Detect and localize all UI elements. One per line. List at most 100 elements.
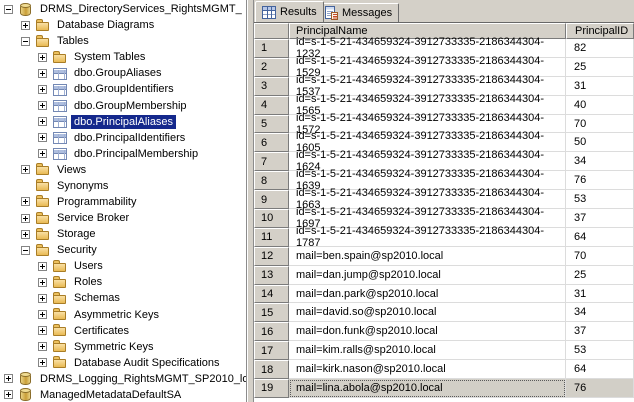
- principalid-cell[interactable]: 31: [566, 77, 634, 96]
- principalid-cell[interactable]: 31: [566, 285, 634, 304]
- tree-item-drms-logging-rightsmgmt-sp2010-lo[interactable]: DRMS_Logging_RightsMGMT_SP2010_lo: [0, 371, 246, 387]
- principalid-cell[interactable]: 70: [566, 115, 634, 134]
- expander-icon[interactable]: [38, 149, 47, 158]
- grid-corner-cell[interactable]: [254, 23, 289, 39]
- principalname-cell[interactable]: mail=kim.ralls@sp2010.local: [289, 341, 566, 360]
- expander-icon[interactable]: [38, 262, 47, 271]
- expander-icon[interactable]: [21, 197, 30, 206]
- principalid-cell[interactable]: 37: [566, 209, 634, 228]
- principalid-cell[interactable]: 70: [566, 247, 634, 266]
- tree-item-symmetric-keys[interactable]: Symmetric Keys: [0, 339, 246, 355]
- tree-item-dbo-principalmembership[interactable]: dbo.PrincipalMembership: [0, 146, 246, 162]
- row-number-cell[interactable]: 2: [254, 58, 289, 77]
- expander-icon[interactable]: [21, 246, 30, 255]
- tree-item-views[interactable]: Views: [0, 162, 246, 178]
- principalid-cell[interactable]: 34: [566, 303, 634, 322]
- principalid-cell[interactable]: 76: [566, 171, 634, 190]
- expander-icon[interactable]: [38, 133, 47, 142]
- expander-icon[interactable]: [38, 117, 47, 126]
- tree-item-database-diagrams[interactable]: Database Diagrams: [0, 17, 246, 33]
- row-number-cell[interactable]: 9: [254, 190, 289, 209]
- expander-icon[interactable]: [21, 21, 30, 30]
- tree-item-schemas[interactable]: Schemas: [0, 290, 246, 306]
- principalname-cell[interactable]: mail=ben.spain@sp2010.local: [289, 247, 566, 266]
- expander-icon[interactable]: [38, 310, 47, 319]
- tree-item-dbo-principalaliases[interactable]: dbo.PrincipalAliases: [0, 114, 246, 130]
- tree-item-storage[interactable]: Storage: [0, 226, 246, 242]
- principalid-cell[interactable]: 40: [566, 96, 634, 115]
- tree-item-roles[interactable]: Roles: [0, 274, 246, 290]
- principalname-cell[interactable]: mail=david.so@sp2010.local: [289, 303, 566, 322]
- expander-icon[interactable]: [38, 294, 47, 303]
- expander-icon[interactable]: [21, 37, 30, 46]
- principalname-cell[interactable]: id=s-1-5-21-434659324-3912733335-2186344…: [289, 228, 566, 247]
- expander-icon[interactable]: [38, 53, 47, 62]
- tab-results[interactable]: Results: [255, 1, 324, 22]
- principalid-cell[interactable]: 25: [566, 266, 634, 285]
- tab-messages[interactable]: Messages: [318, 3, 399, 22]
- row-number-cell[interactable]: 17: [254, 341, 289, 360]
- tree-item-dbo-principalidentifiers[interactable]: dbo.PrincipalIdentifiers: [0, 130, 246, 146]
- expander-icon[interactable]: [21, 214, 30, 223]
- row-number-cell[interactable]: 7: [254, 152, 289, 171]
- expander-icon[interactable]: [21, 165, 30, 174]
- principalname-cell[interactable]: mail=dan.jump@sp2010.local: [289, 266, 566, 285]
- tree-item-dbo-groupaliases[interactable]: dbo.GroupAliases: [0, 65, 246, 81]
- principalid-cell[interactable]: 53: [566, 190, 634, 209]
- expander-icon[interactable]: [38, 278, 47, 287]
- expander-icon[interactable]: [38, 69, 47, 78]
- principalid-cell[interactable]: 64: [566, 360, 634, 379]
- row-number-cell[interactable]: 12: [254, 247, 289, 266]
- row-number-cell[interactable]: 15: [254, 303, 289, 322]
- expander-icon[interactable]: [4, 5, 13, 14]
- row-number-cell[interactable]: 19: [254, 379, 289, 398]
- row-number-cell[interactable]: 13: [254, 266, 289, 285]
- principalname-cell[interactable]: mail=don.funk@sp2010.local: [289, 322, 566, 341]
- row-number-cell[interactable]: 3: [254, 77, 289, 96]
- column-header-principalid[interactable]: PrincipalID: [566, 23, 634, 39]
- row-number-cell[interactable]: 14: [254, 285, 289, 304]
- row-number-cell[interactable]: 5: [254, 115, 289, 134]
- principalname-cell[interactable]: mail=kirk.nason@sp2010.local: [289, 360, 566, 379]
- tree-item-drms-directoryservices-rightsmgmt-[interactable]: DRMS_DirectoryServices_RightsMGMT_: [0, 1, 246, 17]
- tree-item-dbo-groupmembership[interactable]: dbo.GroupMembership: [0, 97, 246, 113]
- tree-item-security[interactable]: Security: [0, 242, 246, 258]
- expander-icon[interactable]: [38, 101, 47, 110]
- row-number-cell[interactable]: 18: [254, 360, 289, 379]
- principalid-cell[interactable]: 34: [566, 152, 634, 171]
- principalname-cell[interactable]: mail=lina.abola@sp2010.local: [289, 379, 566, 398]
- tree-item-synonyms[interactable]: Synonyms: [0, 178, 246, 194]
- expander-icon[interactable]: [38, 358, 47, 367]
- row-number-cell[interactable]: 16: [254, 322, 289, 341]
- row-number-cell[interactable]: 6: [254, 133, 289, 152]
- tree-item-system-tables[interactable]: System Tables: [0, 49, 246, 65]
- principalid-cell[interactable]: 50: [566, 133, 634, 152]
- principalid-cell[interactable]: 37: [566, 322, 634, 341]
- tree-item-dbo-groupidentifiers[interactable]: dbo.GroupIdentifiers: [0, 81, 246, 97]
- tree-item-certificates[interactable]: Certificates: [0, 323, 246, 339]
- expander-icon[interactable]: [38, 342, 47, 351]
- row-number-cell[interactable]: 11: [254, 228, 289, 247]
- tree-item-asymmetric-keys[interactable]: Asymmetric Keys: [0, 306, 246, 322]
- tree-item-label: dbo.GroupIdentifiers: [71, 82, 177, 96]
- principalid-cell[interactable]: 82: [566, 39, 634, 58]
- expander-icon[interactable]: [38, 326, 47, 335]
- principalid-cell[interactable]: 76: [566, 379, 634, 398]
- principalname-cell[interactable]: mail=dan.park@sp2010.local: [289, 285, 566, 304]
- row-number-cell[interactable]: 4: [254, 96, 289, 115]
- expander-icon[interactable]: [38, 85, 47, 94]
- row-number-cell[interactable]: 1: [254, 39, 289, 58]
- tree-item-users[interactable]: Users: [0, 258, 246, 274]
- expander-icon[interactable]: [4, 374, 13, 383]
- tree-item-database-audit-specifications[interactable]: Database Audit Specifications: [0, 355, 246, 371]
- principalid-cell[interactable]: 25: [566, 58, 634, 77]
- tree-item-service-broker[interactable]: Service Broker: [0, 210, 246, 226]
- row-number-cell[interactable]: 8: [254, 171, 289, 190]
- expander-icon[interactable]: [4, 390, 13, 399]
- tree-item-tables[interactable]: Tables: [0, 33, 246, 49]
- tree-item-programmability[interactable]: Programmability: [0, 194, 246, 210]
- principalid-cell[interactable]: 53: [566, 341, 634, 360]
- row-number-cell[interactable]: 10: [254, 209, 289, 228]
- principalid-cell[interactable]: 64: [566, 228, 634, 247]
- expander-icon[interactable]: [21, 230, 30, 239]
